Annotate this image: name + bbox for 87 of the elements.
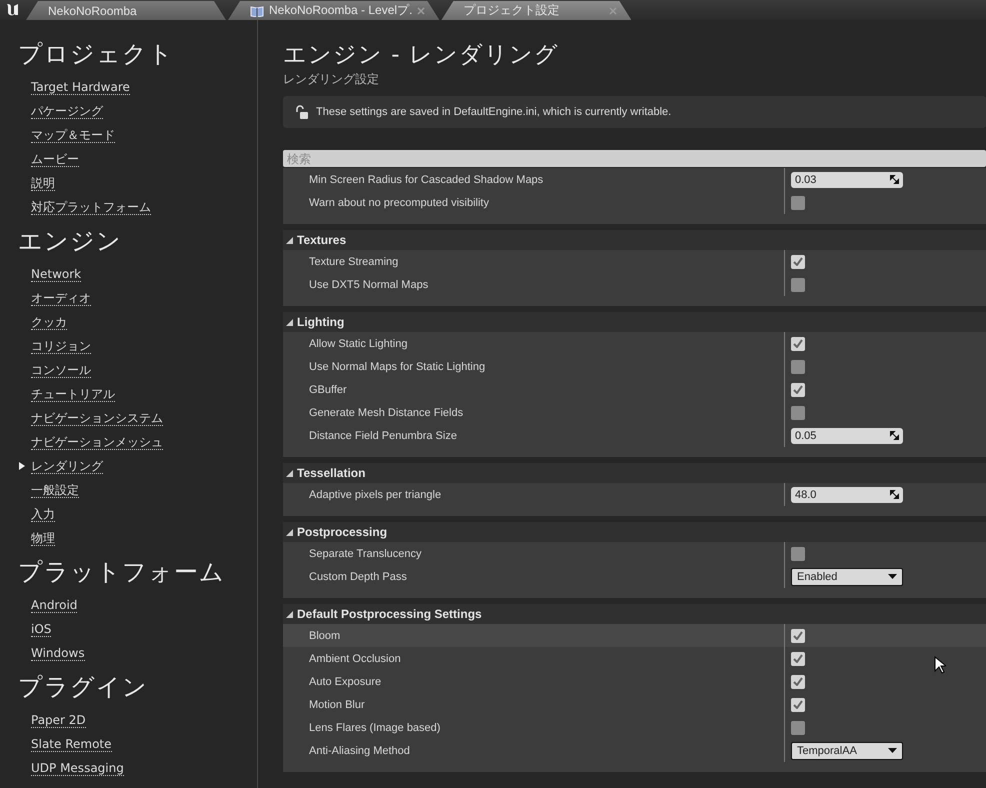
property-label: Adaptive pixels per triangle [308, 488, 442, 500]
category-header[interactable]: Postprocessing [283, 522, 986, 542]
sidebar-link[interactable]: 入力 [31, 506, 55, 522]
property-label: Custom Depth Pass [308, 570, 408, 582]
checkbox[interactable] [791, 382, 805, 396]
property-label: Use Normal Maps for Static Lighting [308, 360, 486, 372]
checkbox[interactable] [791, 546, 805, 560]
sidebar-link[interactable]: ナビゲーションシステム [31, 410, 163, 426]
unlocked-padlock-icon [295, 105, 308, 119]
sidebar-link[interactable]: ムービー [31, 152, 79, 166]
checkbox[interactable] [791, 336, 805, 350]
page-title: エンジン - レンダリング [283, 41, 560, 70]
sidebar-link[interactable]: 対応プラットフォーム [31, 200, 151, 214]
checkbox[interactable] [791, 360, 805, 374]
property-label: Bloom [308, 630, 342, 642]
expanded-triangle-icon[interactable] [286, 528, 293, 536]
category-header[interactable]: Tessellation [283, 463, 986, 483]
section-heading: エンジン [18, 226, 123, 257]
search-field[interactable]: 検索 [283, 150, 986, 167]
sidebar-link[interactable]: チュートリアル [31, 386, 115, 402]
property-label: Lens Flares (Image based) [308, 722, 442, 734]
property-label: GBuffer [308, 384, 348, 396]
number-field[interactable]: 48.0 [791, 486, 903, 502]
checkbox[interactable] [791, 652, 805, 666]
resize-arrows-icon[interactable] [890, 175, 899, 184]
mouse-cursor-icon [934, 656, 946, 674]
sidebar-link[interactable]: パケージング [31, 104, 103, 118]
checkbox[interactable] [791, 628, 805, 642]
expanded-triangle-icon[interactable] [286, 610, 293, 618]
sidebar-link[interactable]: Target Hardware [31, 80, 130, 94]
sidebar-link[interactable]: レンダリング [31, 458, 103, 474]
sidebar-link[interactable]: Network [31, 266, 82, 282]
tab[interactable]: NekoNoRoomba [26, 1, 226, 20]
property-label: Separate Translucency [308, 548, 423, 560]
property-label: Texture Streaming [308, 256, 400, 268]
number-field[interactable]: 0.03 [791, 172, 903, 188]
caret-icon [888, 574, 897, 579]
property-label: Allow Static Lighting [308, 338, 408, 350]
sidebar-link[interactable]: UDP Messaging [31, 760, 124, 776]
sidebar-link[interactable]: マップ＆モード [31, 128, 115, 142]
checkbox[interactable] [791, 196, 805, 210]
expanded-triangle-icon[interactable] [286, 236, 293, 244]
resize-arrows-icon[interactable] [890, 490, 899, 499]
property-label: Min Screen Radius for Cascaded Shadow Maps [308, 174, 544, 186]
sidebar-link[interactable]: Android [31, 598, 78, 612]
notice-text: These settings are saved in DefaultEngine.ini, which is currently writable. [316, 106, 672, 118]
property-label: Distance Field Penumbra Size [308, 430, 458, 442]
tab[interactable]: NekoNoRoomba - Levelプ. [228, 1, 440, 20]
checkbox[interactable] [791, 254, 805, 268]
property-label: Anti-Aliasing Method [308, 744, 411, 756]
category-header[interactable]: Textures [283, 230, 986, 250]
checkbox[interactable] [791, 278, 805, 292]
property-label: Generate Mesh Distance Fields [308, 406, 464, 418]
sidebar-link[interactable]: オーディオ [31, 290, 91, 306]
checkbox[interactable] [791, 720, 805, 734]
property-label: Ambient Occlusion [308, 652, 402, 664]
sidebar-link[interactable]: 一般設定 [31, 482, 79, 498]
resize-arrows-icon[interactable] [890, 431, 899, 440]
sidebar-link[interactable]: Paper 2D [31, 712, 86, 728]
category-header[interactable]: Default Postprocessing Settings [283, 604, 986, 624]
sidebar-link[interactable]: コンソール [31, 362, 91, 378]
section-heading: プラットフォーム [18, 557, 226, 588]
dropdown[interactable]: Enabled [791, 568, 903, 586]
dropdown[interactable]: TemporalAA [791, 742, 903, 760]
checkbox[interactable] [791, 406, 805, 420]
sidebar-link[interactable]: 物理 [31, 530, 55, 546]
checkbox[interactable] [791, 698, 805, 712]
caret-icon [888, 748, 897, 753]
sidebar-link[interactable]: Slate Remote [31, 736, 112, 752]
sidebar-link[interactable]: 説明 [31, 176, 55, 190]
expanded-triangle-icon[interactable] [286, 470, 293, 476]
section-heading: プラグイン [18, 672, 149, 703]
sidebar-link[interactable]: クッカ [31, 314, 67, 330]
property-label: Warn about no precomputed visibility [308, 196, 490, 208]
sidebar-link[interactable]: iOS [31, 622, 52, 636]
page-subtitle: レンダリング設定 [283, 71, 379, 88]
property-label: Auto Exposure [308, 676, 382, 688]
sidebar-link[interactable]: ナビゲーションメッシュ [31, 434, 163, 450]
checkbox[interactable] [791, 674, 805, 688]
property-label: Use DXT5 Normal Maps [308, 278, 430, 290]
sidebar-link[interactable]: Windows [31, 646, 85, 660]
expanded-triangle-icon[interactable] [286, 318, 293, 326]
category-header[interactable]: Lighting [283, 312, 986, 332]
sidebar-link[interactable]: コリジョン [31, 338, 91, 354]
number-field[interactable]: 0.05 [791, 428, 903, 444]
property-label: Motion Blur [308, 698, 366, 710]
section-heading: プロジェクト [18, 39, 175, 70]
